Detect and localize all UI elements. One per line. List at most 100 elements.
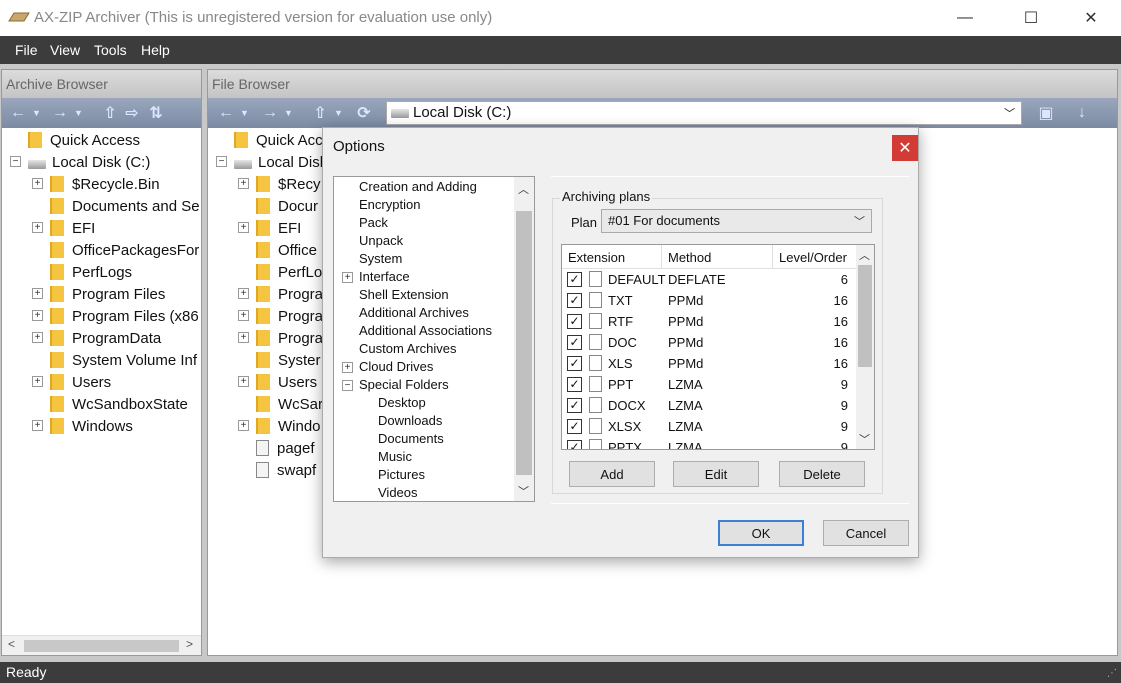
expand-icon[interactable]: + <box>32 310 43 321</box>
options-nav-item[interactable]: Desktop <box>378 395 426 413</box>
close-button[interactable]: ✕ <box>1068 0 1114 36</box>
options-nav-item[interactable]: Music <box>378 449 412 467</box>
expand-icon[interactable]: + <box>342 272 353 283</box>
tree-item[interactable]: PerfLogs <box>50 261 132 283</box>
forward-dropdown-icon[interactable]: ▼ <box>284 103 294 123</box>
tree-item[interactable]: Progra <box>256 327 323 349</box>
back-dropdown-icon[interactable]: ▼ <box>240 103 250 123</box>
row-checkbox[interactable]: ✓ <box>567 335 582 350</box>
scroll-down-icon[interactable]: ﹀ <box>859 431 870 447</box>
dialog-close-button[interactable]: ✕ <box>892 135 918 161</box>
tree-item[interactable]: Quick Access <box>28 129 140 151</box>
table-row[interactable]: ✓ DEFAULT DEFLATE 6 <box>562 269 856 290</box>
archive-hscrollbar[interactable]: < > <box>2 635 201 655</box>
download-arrow-icon[interactable]: ↓ <box>1072 103 1092 123</box>
options-nav-item[interactable]: Shell Extension <box>359 287 449 305</box>
path-combobox[interactable]: Local Disk (C:) ﹀ <box>386 101 1022 125</box>
tree-item[interactable]: Progra <box>256 305 323 327</box>
cancel-button[interactable]: Cancel <box>823 520 909 546</box>
maximize-button[interactable]: ☐ <box>1008 0 1054 36</box>
row-checkbox[interactable]: ✓ <box>567 356 582 371</box>
options-nav-item[interactable]: Custom Archives <box>359 341 457 359</box>
tree-item[interactable]: Progra <box>256 283 323 305</box>
tree-item[interactable]: WcSar <box>256 393 323 415</box>
tree-item[interactable]: EFI <box>50 217 95 239</box>
minimize-button[interactable]: — <box>942 0 988 36</box>
tree-item[interactable]: System Volume Inf <box>50 349 197 371</box>
expand-icon[interactable]: + <box>32 222 43 233</box>
row-checkbox[interactable]: ✓ <box>567 398 582 413</box>
table-row[interactable]: ✓ PPTX LZMA 9 <box>562 437 856 449</box>
expand-icon[interactable]: + <box>238 376 249 387</box>
menu-file[interactable]: File <box>15 42 38 58</box>
up-dropdown-icon[interactable]: ▼ <box>334 103 344 123</box>
row-checkbox[interactable]: ✓ <box>567 314 582 329</box>
row-checkbox[interactable]: ✓ <box>567 377 582 392</box>
table-scrollbar[interactable]: ︿ ﹀ <box>856 245 874 449</box>
menu-tools[interactable]: Tools <box>94 42 127 58</box>
options-nav-item[interactable]: Creation and Adding <box>359 179 477 197</box>
scroll-thumb[interactable] <box>858 265 872 367</box>
tree-item[interactable]: Windo <box>256 415 321 437</box>
options-nav-item[interactable]: Special Folders <box>359 377 449 395</box>
chevron-down-icon[interactable]: ﹀ <box>1004 105 1015 121</box>
expand-icon[interactable]: + <box>238 420 249 431</box>
tree-item[interactable]: Users <box>256 371 317 393</box>
tree-item[interactable]: Program Files (x86 <box>50 305 199 327</box>
table-row[interactable]: ✓ TXT PPMd 16 <box>562 290 856 311</box>
expand-icon[interactable]: + <box>238 332 249 343</box>
options-nav-item[interactable]: Interface <box>359 269 410 287</box>
resize-grip-icon[interactable]: ⋰ <box>1107 668 1117 679</box>
tree-item[interactable]: WcSandboxState <box>50 393 188 415</box>
expand-icon[interactable]: + <box>32 376 43 387</box>
edit-button[interactable]: Edit <box>673 461 759 487</box>
ok-button[interactable]: OK <box>718 520 804 546</box>
archive-tools-icon[interactable]: ⇅ <box>146 103 166 123</box>
options-nav-item[interactable]: Additional Associations <box>359 323 492 341</box>
row-checkbox[interactable]: ✓ <box>567 419 582 434</box>
table-row[interactable]: ✓ XLSX LZMA 9 <box>562 416 856 437</box>
forward-arrow-icon[interactable]: → <box>50 103 70 123</box>
scroll-left-icon[interactable]: < <box>8 637 15 651</box>
forward-dropdown-icon[interactable]: ▼ <box>74 103 84 123</box>
expand-icon[interactable]: + <box>32 178 43 189</box>
refresh-icon[interactable]: ⟳ <box>354 103 374 123</box>
folder-action-icon[interactable]: ▣ <box>1036 103 1056 123</box>
tree-item[interactable]: swapf <box>256 459 316 481</box>
row-checkbox[interactable]: ✓ <box>567 440 582 449</box>
tree-item[interactable]: $Recy <box>256 173 321 195</box>
back-arrow-icon[interactable]: ← <box>216 103 236 123</box>
tree-item[interactable]: EFI <box>256 217 301 239</box>
tree-item[interactable]: pagef <box>256 437 315 459</box>
delete-button[interactable]: Delete <box>779 461 865 487</box>
options-nav-item[interactable]: Videos <box>378 485 418 501</box>
collapse-icon[interactable]: − <box>10 156 21 167</box>
tree-item[interactable]: Windows <box>50 415 133 437</box>
extract-icon[interactable]: ⇨ <box>122 103 142 123</box>
tree-item[interactable]: Syster <box>256 349 321 371</box>
up-folder-icon[interactable]: ⇧ <box>310 103 330 123</box>
expand-icon[interactable]: + <box>32 288 43 299</box>
forward-arrow-icon[interactable]: → <box>260 103 280 123</box>
scroll-thumb[interactable] <box>516 211 532 475</box>
expand-icon[interactable]: + <box>238 310 249 321</box>
options-nav-item[interactable]: Cloud Drives <box>359 359 433 377</box>
table-row[interactable]: ✓ PPT LZMA 9 <box>562 374 856 395</box>
tree-item[interactable]: PerfLo <box>256 261 322 283</box>
add-button[interactable]: Add <box>569 461 655 487</box>
table-row[interactable]: ✓ RTF PPMd 16 <box>562 311 856 332</box>
options-nav-item[interactable]: Pack <box>359 215 388 233</box>
scroll-right-icon[interactable]: > <box>186 637 193 651</box>
row-checkbox[interactable]: ✓ <box>567 272 582 287</box>
up-folder-icon[interactable]: ⇧ <box>100 103 120 123</box>
scroll-thumb[interactable] <box>24 640 179 652</box>
expand-icon[interactable]: + <box>238 288 249 299</box>
tree-item[interactable]: Docur <box>256 195 318 217</box>
options-nav-item[interactable]: Encryption <box>359 197 420 215</box>
options-nav-item[interactable]: System <box>359 251 402 269</box>
tree-item[interactable]: Users <box>50 371 111 393</box>
table-row[interactable]: ✓ XLS PPMd 16 <box>562 353 856 374</box>
tree-item[interactable]: Documents and Se <box>50 195 200 217</box>
tree-item[interactable]: Local Disk (C:) <box>28 151 150 173</box>
tree-item[interactable]: Program Files <box>50 283 165 305</box>
